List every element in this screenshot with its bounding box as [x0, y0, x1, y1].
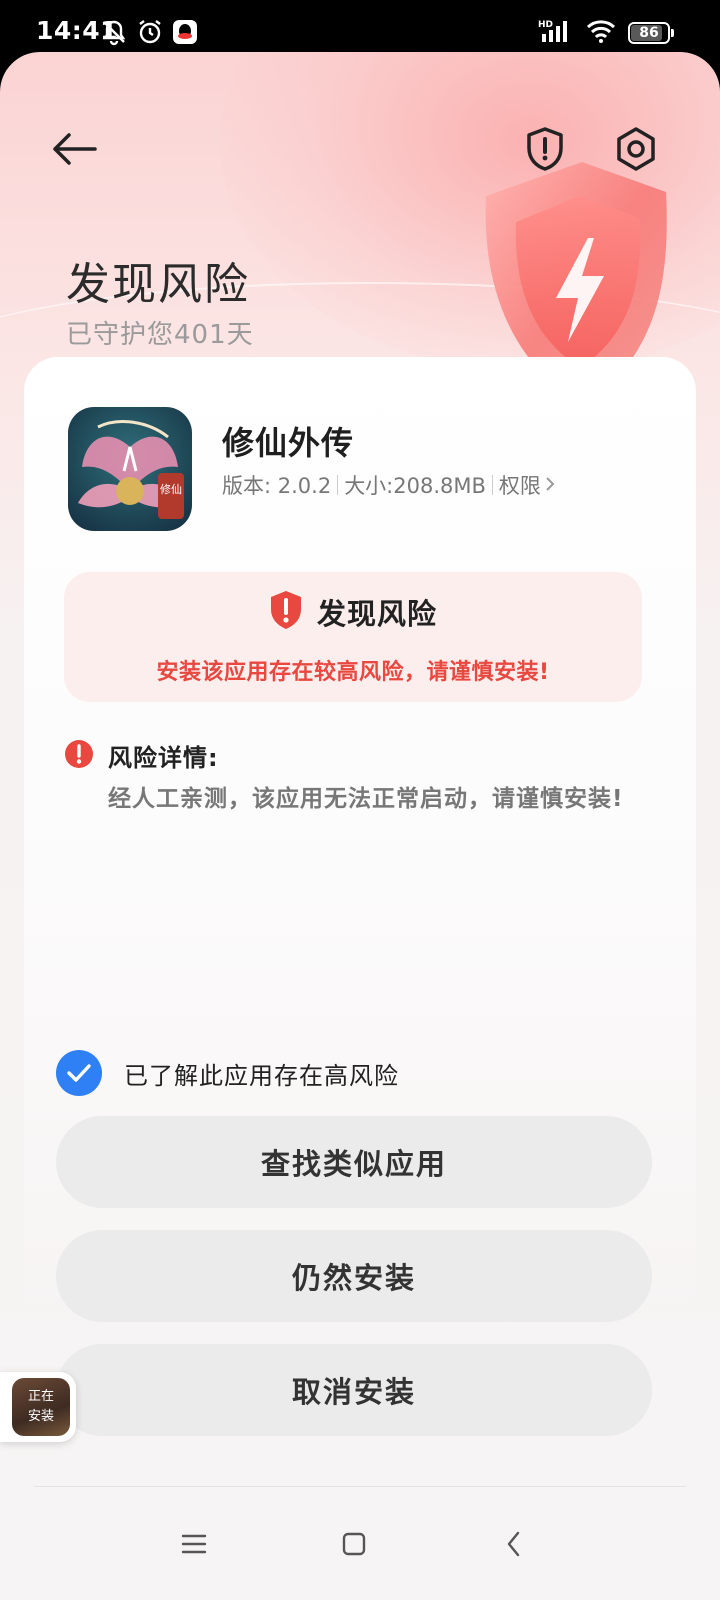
risk-details-text: 经人工亲测，该应用无法正常启动，请谨慎安装!: [108, 786, 624, 812]
install-anyway-button[interactable]: 仍然安装: [56, 1230, 652, 1322]
battery-indicator: 86: [628, 22, 674, 44]
permissions-link[interactable]: 权限: [499, 470, 555, 500]
home-button[interactable]: [324, 1514, 384, 1574]
signal-icon: HD: [538, 18, 574, 48]
app-meta: 版本: 2.0.2 大小:208.8MB 权限: [222, 470, 555, 500]
installing-status: 正在安装: [27, 1389, 54, 1424]
svg-text:HD: HD: [538, 20, 553, 30]
installing-floating-widget[interactable]: 正在安装: [0, 1372, 76, 1442]
checkmark-icon: [67, 1064, 91, 1082]
back-button[interactable]: [44, 122, 104, 178]
permissions-label: 权限: [498, 474, 541, 498]
navigation-bar: [0, 1502, 720, 1600]
installing-app-thumbnail: 正在安装: [12, 1378, 70, 1436]
wifi-icon: [586, 19, 616, 47]
meta-divider: [337, 475, 339, 495]
protection-days: 已守护您401天: [66, 320, 254, 350]
meta-divider: [491, 475, 493, 495]
page-title: 发现风险: [66, 259, 250, 310]
risk-details-title: 风险详情:: [108, 744, 219, 772]
home-square-icon: [342, 1532, 366, 1556]
recent-apps-button[interactable]: [164, 1514, 224, 1574]
risk-title: 发现风险: [316, 597, 437, 631]
risk-screen: 发现风险 已守护您401天 修仙 修仙外传 版本: 2.0.2 大小:208.8…: [0, 52, 720, 1600]
menu-icon: [181, 1534, 207, 1554]
app-name: 修仙外传: [222, 424, 355, 462]
acknowledge-checkbox[interactable]: [56, 1050, 102, 1096]
battery-level: 86: [639, 25, 659, 41]
app-icon: 修仙: [68, 407, 192, 531]
app-size: 大小:208.8MB: [344, 474, 486, 498]
arrow-left-icon: [51, 132, 97, 169]
qq-notification-icon: [172, 19, 198, 49]
find-similar-apps-button[interactable]: 查找类似应用: [56, 1116, 652, 1208]
chevron-left-icon: [507, 1531, 520, 1557]
svg-text:修仙: 修仙: [160, 482, 182, 496]
system-back-button[interactable]: [484, 1514, 544, 1574]
red-shield-alert-icon: [269, 590, 303, 634]
chevron-right-icon: [545, 473, 555, 497]
nav-divider: [34, 1486, 686, 1487]
alert-circle-icon: [64, 739, 94, 773]
risk-warning: 安装该应用存在较高风险，请谨慎安装!: [156, 660, 550, 685]
alarm-icon: [136, 18, 164, 50]
acknowledge-label: 已了解此应用存在高风险: [124, 1061, 399, 1090]
bell-muted-icon: [100, 18, 128, 50]
cancel-install-button[interactable]: 取消安装: [56, 1344, 652, 1436]
acknowledge-risk-row[interactable]: 已了解此应用存在高风险: [56, 1050, 399, 1096]
app-version: 版本: 2.0.2: [222, 474, 332, 498]
risk-banner: 发现风险 安装该应用存在较高风险，请谨慎安装!: [64, 572, 642, 702]
